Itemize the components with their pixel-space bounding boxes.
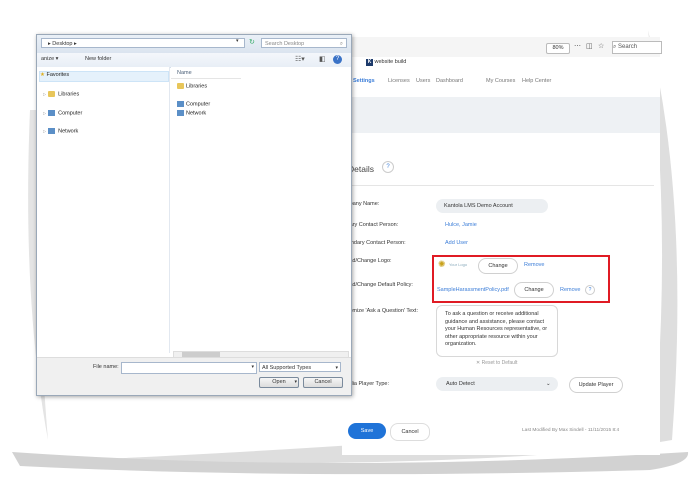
file-label: Network [186,110,207,117]
update-player-button[interactable]: Update Player [569,377,623,393]
chevron-down-icon[interactable]: ▾ [236,38,239,44]
tab-users[interactable]: Users [416,78,430,84]
network-icon [177,110,184,116]
refresh-icon[interactable]: ↻ [249,38,255,46]
dialog-footer: File name: ▾ All Supported Types ▾ Open … [37,357,351,395]
chevron-down-icon[interactable]: ▾ [294,378,297,387]
file-type-select[interactable]: All Supported Types ▾ [259,362,341,372]
company-name-field[interactable]: Kantola LMS Demo Account [436,199,548,213]
tab-help-center[interactable]: Help Center [522,78,551,84]
expand-arrow-icon: ▷ [43,110,47,116]
expand-arrow-icon: ▷ [43,128,47,134]
view-options-icon[interactable]: ☷▾ [295,55,305,63]
tree-item-libraries[interactable]: ▷ Libraries [43,91,79,97]
tab-my-courses[interactable]: My Courses [486,78,515,84]
chevron-down-icon[interactable]: ▾ [251,364,254,370]
bookmark-star-icon[interactable]: ☆ [598,42,604,50]
policy-label: pload/Change Default Policy: [342,282,413,288]
dialog-search-placeholder: Search Desktop [265,41,305,47]
tree-item-label: Favorites [46,72,70,78]
divider [348,185,654,186]
dialog-cancel-button[interactable]: Cancel [303,377,343,388]
kantola-logo-icon: K [366,59,373,66]
tree-item-favorites[interactable]: ★ Favorites [39,71,169,82]
dialog-address-bar: ▸ Desktop ▸ ▾ ↻ Search Desktop ⌕ [37,35,351,53]
browser-window: 80% ⋯ ◫ ☆ ⌕ Search ?.. K website build a… [342,37,662,455]
list-item[interactable]: Computer [177,101,210,107]
file-open-dialog: ▸ Desktop ▸ ▾ ↻ Search Desktop ⌕ anize ▾… [36,34,352,396]
library-icon [177,83,184,89]
breadcrumb[interactable]: ▸ Desktop ▸ [41,38,245,48]
ask-question-textarea[interactable]: To ask a question or receive additional … [436,305,558,357]
new-folder-button[interactable]: New folder [85,56,111,62]
preview-pane-icon[interactable]: ◧ [319,55,326,63]
primary-contact-link[interactable]: Hulce, Jamie [445,222,477,228]
star-icon: ★ [40,72,45,78]
help-icon[interactable]: ? [333,55,342,64]
reset-to-default-link[interactable]: ✕ Reset to Default [476,360,517,366]
tab-licenses[interactable]: Licenses [388,78,410,84]
file-type-value: All Supported Types [262,365,312,371]
more-icon[interactable]: ⋯ [574,42,581,50]
highlight-box [432,255,610,303]
browser-search-placeholder: Search [618,44,638,50]
header-divider [171,78,241,79]
dialog-search-input[interactable]: Search Desktop ⌕ [261,38,347,48]
bookmark-website-build[interactable]: K website build [366,59,406,66]
organize-menu[interactable]: anize ▾ [41,56,58,62]
last-modified-text: Last Modified By Max Sindell - 11/11/201… [522,428,620,433]
zoom-level[interactable]: 80% [546,43,570,54]
tree-item-label: Network [58,128,79,135]
tree-item-network[interactable]: ▷ Network [43,128,78,134]
media-player-value: Auto Detect [446,381,475,387]
file-label: Computer [186,101,211,108]
file-name-label: File name: [93,364,119,370]
media-player-select[interactable]: Auto Detect ⌄ [436,377,558,391]
bookmark-label: website build [374,59,407,65]
chevron-down-icon: ▾ [335,365,338,371]
tree-item-label: Computer [58,110,83,117]
help-icon[interactable]: ? [382,161,394,173]
file-label: Libraries [186,83,208,90]
browser-search[interactable]: ⌕ Search [612,41,662,54]
dialog-toolbar: anize ▾ New folder ☷▾ ◧ ? [37,53,351,68]
tab-dashboard[interactable]: Dashboard [436,78,463,84]
cancel-button[interactable]: Cancel [390,423,430,441]
ask-question-label: ustomize 'Ask a Question' Text: [342,308,418,314]
search-icon: ⌕ [613,44,617,50]
computer-icon [177,101,184,107]
list-item[interactable]: Libraries [177,83,207,89]
pocket-icon[interactable]: ◫ [586,42,593,50]
column-header-name[interactable]: Name [177,70,192,76]
breadcrumb-text: ▸ Desktop ▸ [48,41,77,47]
file-list: Name Libraries Computer Network [171,67,351,353]
settings-nav: any Settings Licenses Users Dashboard My… [342,75,660,89]
computer-icon [47,110,55,116]
expand-arrow-icon: ▷ [43,91,47,97]
browser-toolbar: 80% ⋯ ◫ ☆ ⌕ Search [342,37,662,58]
save-button[interactable]: Save [348,423,386,439]
tree-item-label: Libraries [58,91,80,98]
open-label: Open [272,379,286,385]
tree-item-computer[interactable]: ▷ Computer [43,110,82,116]
file-name-input[interactable]: ▾ [121,362,257,374]
search-icon: ⌕ [339,41,343,47]
chevron-down-icon: ⌄ [546,381,551,387]
navigation-pane: ★ Favorites ▷ Libraries ▷ Computer ▷ Net… [37,67,170,353]
page-banner [342,97,660,133]
bookmarks-bar: ?.. K website build [342,57,660,71]
library-icon [47,91,55,97]
network-icon [47,128,55,134]
add-user-link[interactable]: Add User [445,240,468,246]
list-item[interactable]: Network [177,110,206,116]
open-button[interactable]: Open ▾ [259,377,299,388]
